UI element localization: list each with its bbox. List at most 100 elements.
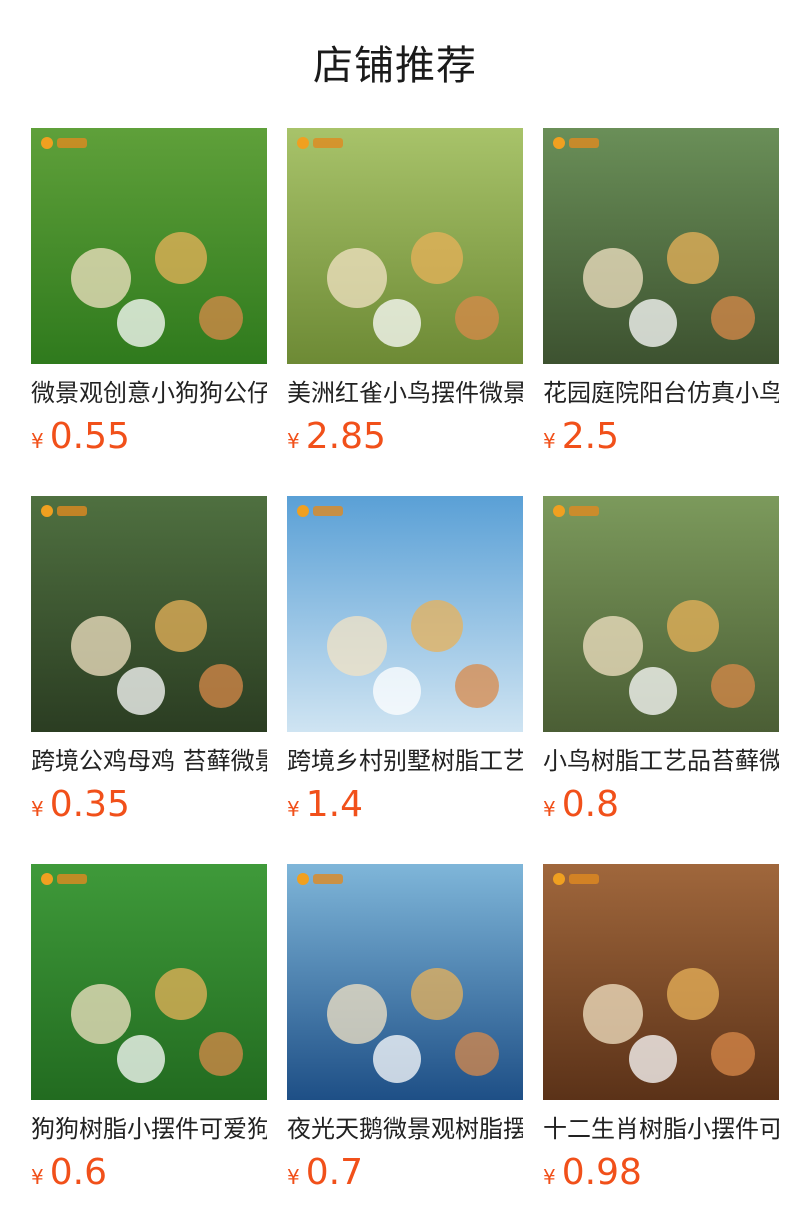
figurine-shape [583,248,643,308]
price-value: 0.8 [561,784,619,825]
figurine-shape [583,616,643,676]
figurine-shape [117,667,165,715]
price-value: 0.98 [561,1152,642,1193]
brand-logo-icon [41,137,87,149]
product-image[interactable] [543,864,779,1100]
product-name[interactable]: 夜光天鹅微景观树脂摆件 [287,1112,523,1146]
product-image[interactable] [543,496,779,732]
figurine-shape [199,296,243,340]
brand-logo-icon [297,505,343,517]
product-name[interactable]: 十二生肖树脂小摆件可爱 [543,1112,779,1146]
figurine-shape [629,667,677,715]
product-price: ¥2.5 [543,414,779,466]
figurine-shape [71,616,131,676]
product-image[interactable] [287,864,523,1100]
figurine-shape [711,1032,755,1076]
brand-logo-icon [297,137,343,149]
page-root: 店铺推荐 微景观创意小狗狗公仔 ¥0.55 美洲红雀小鸟摆件微景观 ¥2.85 花园庭院… [0,0,790,1232]
product-price: ¥0.35 [31,782,267,834]
product-price: ¥0.55 [31,414,267,466]
figurine-shape [327,984,387,1044]
figurine-shape [455,1032,499,1076]
product-price: ¥0.6 [31,1150,267,1202]
brand-logo-icon [41,505,87,517]
currency-symbol: ¥ [287,429,300,453]
figurine-shape [373,299,421,347]
figurine-shape [155,232,207,284]
figurine-shape [117,1035,165,1083]
brand-logo-icon [297,873,343,885]
product-price: ¥0.98 [543,1150,779,1202]
brand-logo-icon [41,873,87,885]
price-value: 0.35 [49,784,130,825]
figurine-shape [411,600,463,652]
figurine-shape [117,299,165,347]
product-card[interactable]: 跨境乡村别墅树脂工艺品 ¥1.4 [287,496,523,864]
brand-logo-icon [553,873,599,885]
currency-symbol: ¥ [287,1165,300,1189]
figurine-shape [199,664,243,708]
figurine-shape [155,968,207,1020]
figurine-shape [455,296,499,340]
product-image[interactable] [287,128,523,364]
figurine-shape [411,968,463,1020]
figurine-shape [411,232,463,284]
figurine-shape [373,1035,421,1083]
product-card[interactable]: 小鸟树脂工艺品苔藓微景观 ¥0.8 [543,496,779,864]
price-value: 0.55 [49,416,130,457]
page-title: 店铺推荐 [313,43,477,89]
currency-symbol: ¥ [31,797,44,821]
product-image[interactable] [31,496,267,732]
currency-symbol: ¥ [31,1165,44,1189]
product-card[interactable]: 跨境公鸡母鸡 苔藓微景观 ¥0.35 [31,496,267,864]
product-name[interactable]: 美洲红雀小鸟摆件微景观 [287,376,523,410]
product-image[interactable] [543,128,779,364]
figurine-shape [583,984,643,1044]
product-card[interactable]: 美洲红雀小鸟摆件微景观 ¥2.85 [287,128,523,496]
figurine-shape [327,616,387,676]
product-card[interactable]: 花园庭院阳台仿真小鸟 ¥2.5 [543,128,779,496]
product-card[interactable]: 夜光天鹅微景观树脂摆件 ¥0.7 [287,864,523,1232]
product-card[interactable]: 狗狗树脂小摆件可爱狗狗 ¥0.6 [31,864,267,1232]
figurine-shape [629,1035,677,1083]
currency-symbol: ¥ [31,429,44,453]
product-image[interactable] [31,864,267,1100]
product-name[interactable]: 微景观创意小狗狗公仔 [31,376,267,410]
figurine-shape [711,664,755,708]
figurine-shape [199,1032,243,1076]
product-price: ¥0.8 [543,782,779,834]
product-price: ¥0.7 [287,1150,523,1202]
product-name[interactable]: 小鸟树脂工艺品苔藓微景观 [543,744,779,778]
figurine-shape [71,984,131,1044]
figurine-shape [667,968,719,1020]
product-price: ¥1.4 [287,782,523,834]
figurine-shape [155,600,207,652]
product-name[interactable]: 花园庭院阳台仿真小鸟 [543,376,779,410]
figurine-shape [327,248,387,308]
price-value: 0.6 [49,1152,107,1193]
price-value: 1.4 [305,784,363,825]
figurine-shape [667,600,719,652]
product-grid: 微景观创意小狗狗公仔 ¥0.55 美洲红雀小鸟摆件微景观 ¥2.85 花园庭院阳台仿真小… [31,128,779,1232]
price-value: 2.85 [305,416,386,457]
product-name[interactable]: 狗狗树脂小摆件可爱狗狗 [31,1112,267,1146]
product-card[interactable]: 十二生肖树脂小摆件可爱 ¥0.98 [543,864,779,1232]
currency-symbol: ¥ [543,1165,556,1189]
product-name[interactable]: 跨境公鸡母鸡 苔藓微景观 [31,744,267,778]
price-value: 2.5 [561,416,619,457]
product-name[interactable]: 跨境乡村别墅树脂工艺品 [287,744,523,778]
figurine-shape [629,299,677,347]
brand-logo-icon [553,505,599,517]
figurine-shape [373,667,421,715]
price-value: 0.7 [305,1152,363,1193]
figurine-shape [711,296,755,340]
product-image[interactable] [31,128,267,364]
currency-symbol: ¥ [543,429,556,453]
figurine-shape [71,248,131,308]
product-card[interactable]: 微景观创意小狗狗公仔 ¥0.55 [31,128,267,496]
product-image[interactable] [287,496,523,732]
currency-symbol: ¥ [543,797,556,821]
product-price: ¥2.85 [287,414,523,466]
figurine-shape [667,232,719,284]
currency-symbol: ¥ [287,797,300,821]
